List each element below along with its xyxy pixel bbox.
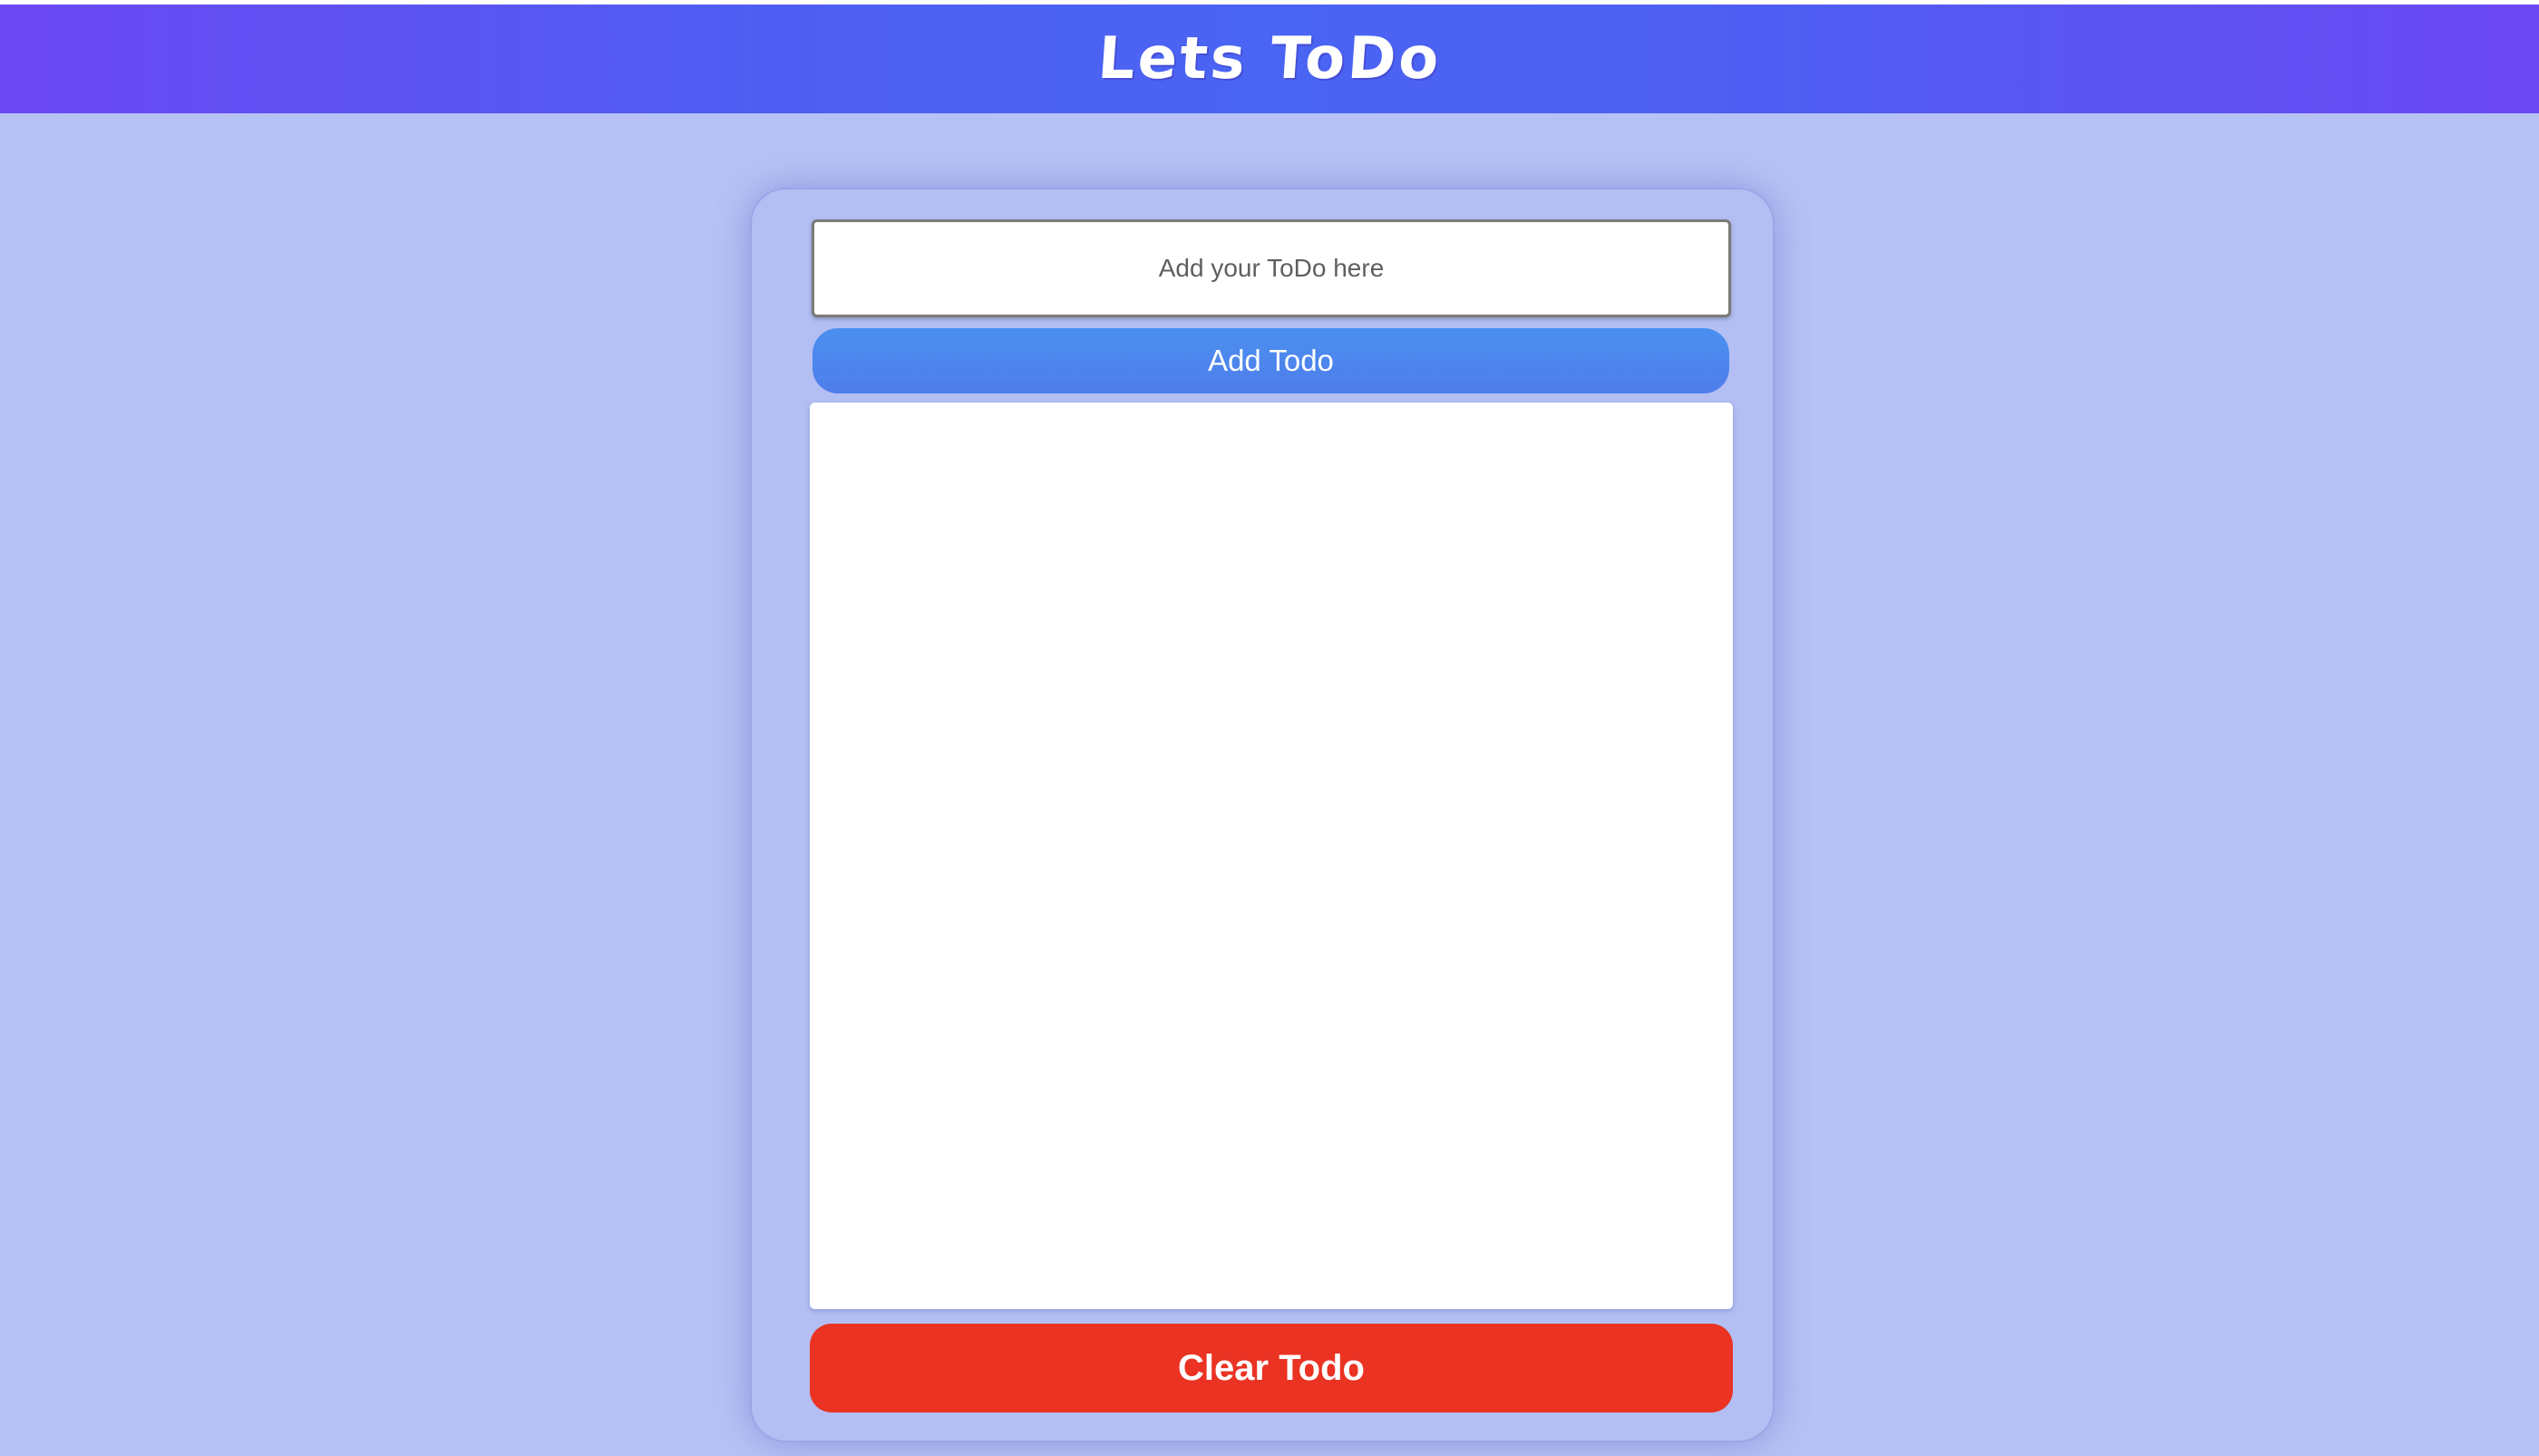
todo-input[interactable] xyxy=(812,219,1731,317)
todo-card: Add Todo Clear Todo xyxy=(750,188,1775,1442)
add-todo-button[interactable]: Add Todo xyxy=(812,328,1729,393)
app-title: Lets ToDo xyxy=(1095,25,1444,92)
todo-list xyxy=(810,403,1733,1309)
app-header: Lets ToDo xyxy=(0,5,2539,113)
clear-todo-button[interactable]: Clear Todo xyxy=(810,1324,1733,1412)
